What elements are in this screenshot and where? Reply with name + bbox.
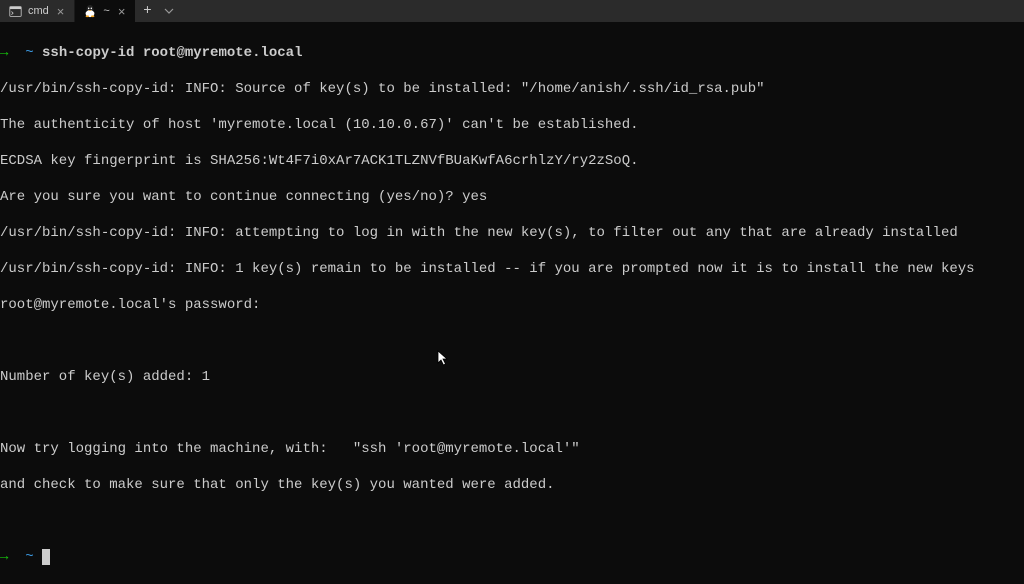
text-cursor	[42, 549, 50, 565]
command-text: ssh-copy-id root@myremote.local	[42, 45, 302, 61]
prompt-arrow: →	[0, 549, 8, 565]
output-line: /usr/bin/ssh-copy-id: INFO: attempting t…	[0, 224, 1024, 242]
output-line: ECDSA key fingerprint is SHA256:Wt4F7i0x…	[0, 152, 1024, 170]
tab-active[interactable]: ~ ×	[75, 0, 135, 22]
output-line	[0, 332, 1024, 350]
output-line: /usr/bin/ssh-copy-id: INFO: 1 key(s) rem…	[0, 260, 1024, 278]
output-line: The authenticity of host 'myremote.local…	[0, 116, 1024, 134]
output-line	[0, 404, 1024, 422]
prompt-arrow: →	[0, 45, 8, 61]
tux-icon	[83, 4, 97, 18]
tab-cmd[interactable]: cmd ×	[0, 0, 75, 22]
add-tab-button[interactable]: +	[135, 0, 159, 22]
output-line	[0, 512, 1024, 530]
prompt-tilde: ~	[25, 45, 33, 61]
output-line: and check to make sure that only the key…	[0, 476, 1024, 494]
close-icon[interactable]: ×	[55, 4, 67, 19]
terminal-area[interactable]: → ~ ssh-copy-id root@myremote.local /usr…	[0, 22, 1024, 584]
tab-dropdown-button[interactable]	[159, 0, 179, 22]
output-line: Now try logging into the machine, with: …	[0, 440, 1024, 458]
tab-label-active: ~	[103, 5, 109, 17]
output-line: root@myremote.local's password:	[0, 296, 1024, 314]
cmd-icon	[8, 4, 22, 18]
output-line: Are you sure you want to continue connec…	[0, 188, 1024, 206]
prompt-tilde: ~	[25, 549, 33, 565]
output-line: Number of key(s) added: 1	[0, 368, 1024, 386]
tab-label-cmd: cmd	[28, 5, 49, 17]
titlebar: cmd × ~ × +	[0, 0, 1024, 22]
output-line: /usr/bin/ssh-copy-id: INFO: Source of ke…	[0, 80, 1024, 98]
close-icon[interactable]: ×	[116, 4, 128, 19]
